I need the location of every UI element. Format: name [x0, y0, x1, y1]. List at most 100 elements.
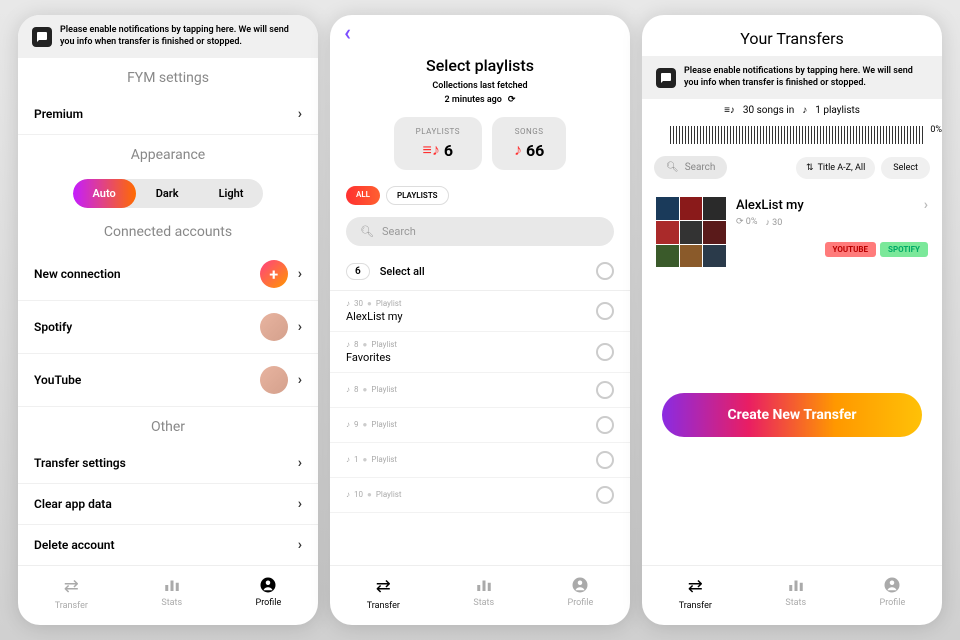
back-button[interactable]: ‹	[330, 15, 630, 52]
playlist-row[interactable]: ♪ 9 ● Playlist	[330, 408, 630, 443]
playlist-icon: ≡♪	[423, 140, 440, 160]
count-badge: 6	[346, 263, 370, 280]
select-all-radio[interactable]	[596, 262, 614, 280]
screen-settings: Please enable notifications by tapping h…	[18, 15, 318, 625]
row-premium[interactable]: Premium ›	[18, 94, 318, 135]
row-transfer-settings[interactable]: Transfer settings ›	[18, 443, 318, 484]
sort-icon: ⇅	[806, 163, 814, 173]
music-icon: ♪	[346, 455, 350, 464]
avatar	[260, 313, 288, 341]
profile-icon	[571, 576, 589, 594]
nav-transfer[interactable]: ⇄ Transfer	[55, 576, 88, 611]
notification-banner[interactable]: Please enable notifications by tapping h…	[18, 15, 318, 58]
screen-transfers: Your Transfers Please enable notificatio…	[642, 15, 942, 625]
music-icon: ♪	[346, 420, 350, 429]
create-transfer-button[interactable]: Create New Transfer	[662, 393, 922, 437]
transfer-icon: ⇄	[376, 576, 391, 597]
progress-bar	[670, 126, 924, 144]
nav-stats[interactable]: Stats	[785, 576, 806, 611]
playlist-icon: ≡♪	[724, 105, 735, 116]
music-icon: ♪	[514, 140, 522, 160]
filter-playlists[interactable]: PLAYLISTS	[386, 186, 449, 205]
controls-row: 🔍︎ Search ⇅ Title A-Z, All Select	[642, 148, 942, 187]
filter-pills: ALL PLAYLISTS	[330, 180, 630, 211]
nav-profile[interactable]: Profile	[256, 576, 282, 611]
nav-profile[interactable]: Profile	[880, 576, 906, 611]
badge-spotify: SPOTIFY	[880, 242, 928, 257]
nav-transfer[interactable]: ⇄ Transfer	[367, 576, 400, 611]
music-icon: ♪	[346, 340, 350, 349]
music-icon: ♪	[346, 490, 350, 499]
search-input[interactable]: 🔍︎ Search	[654, 156, 727, 179]
music-icon: ♪	[802, 105, 807, 116]
progress-pct: 0%	[930, 125, 942, 135]
select-all-row[interactable]: 6 Select all	[330, 252, 630, 291]
bottom-nav: ⇄ Transfer Stats Profile	[18, 565, 318, 625]
playlist-radio[interactable]	[596, 343, 614, 361]
row-delete-account[interactable]: Delete account ›	[18, 525, 318, 565]
row-youtube[interactable]: YouTube ›	[18, 354, 318, 407]
nav-stats[interactable]: Stats	[161, 576, 182, 611]
playlist-radio[interactable]	[596, 451, 614, 469]
profile-icon	[883, 576, 901, 594]
stats-icon	[475, 576, 493, 594]
chevron-right-icon: ›	[298, 266, 302, 282]
playlist-row[interactable]: ♪ 10 ● Playlist	[330, 478, 630, 513]
playlist-radio[interactable]	[596, 381, 614, 399]
select-button[interactable]: Select	[881, 157, 930, 179]
music-icon: ♪	[346, 299, 350, 308]
page-title: Your Transfers	[642, 15, 942, 56]
playlist-row[interactable]: ♪ 8 ● Playlist	[330, 373, 630, 408]
transfer-icon: ⇄	[64, 576, 79, 597]
chevron-right-icon: ›	[298, 319, 302, 335]
pill-light[interactable]: Light	[199, 179, 264, 208]
filter-all[interactable]: ALL	[346, 186, 380, 205]
page-title: Select playlists	[330, 52, 630, 79]
row-spotify[interactable]: Spotify ›	[18, 301, 318, 354]
search-input[interactable]: 🔍︎ Search	[346, 217, 614, 246]
stat-boxes: PLAYLISTS ≡♪6 SONGS ♪66	[330, 107, 630, 180]
chevron-right-icon: ›	[298, 537, 302, 553]
row-clear-data[interactable]: Clear app data ›	[18, 484, 318, 525]
playlist-radio[interactable]	[596, 302, 614, 320]
playlist-row[interactable]: ♪ 30 ● PlaylistAlexList my	[330, 291, 630, 332]
stat-playlists: PLAYLISTS ≡♪6	[394, 117, 482, 170]
nav-profile[interactable]: Profile	[568, 576, 594, 611]
sort-button[interactable]: ⇅ Title A-Z, All	[796, 157, 875, 179]
card-title: AlexList my	[736, 198, 804, 213]
summary-line: ≡♪ 30 songs in ♪ 1 playlists	[642, 99, 942, 122]
stat-songs: SONGS ♪66	[492, 117, 566, 170]
search-icon: 🔍︎	[666, 162, 679, 173]
section-accounts: Connected accounts	[18, 212, 318, 248]
chevron-right-icon: ›	[298, 106, 302, 122]
badge-youtube: YOUTUBE	[825, 242, 876, 257]
avatar	[260, 366, 288, 394]
playlist-radio[interactable]	[596, 486, 614, 504]
chevron-right-icon: ›	[298, 372, 302, 388]
profile-icon	[259, 576, 277, 594]
chevron-right-icon: ›	[298, 496, 302, 512]
banner-text: Please enable notifications by tapping h…	[684, 66, 928, 89]
pill-dark[interactable]: Dark	[136, 179, 199, 208]
pill-auto[interactable]: Auto	[73, 179, 136, 208]
bottom-nav: ⇄ Transfer Stats Profile	[642, 565, 942, 625]
row-new-connection[interactable]: New connection + ›	[18, 248, 318, 301]
banner-text: Please enable notifications by tapping h…	[60, 25, 304, 48]
chevron-right-icon: ›	[924, 197, 928, 213]
notification-banner[interactable]: Please enable notifications by tapping h…	[642, 56, 942, 99]
playlist-radio[interactable]	[596, 416, 614, 434]
stats-icon	[163, 576, 181, 594]
nav-transfer[interactable]: ⇄ Transfer	[679, 576, 712, 611]
appearance-toggle: Auto Dark Light	[18, 171, 318, 212]
playlist-row[interactable]: ♪ 1 ● Playlist	[330, 443, 630, 478]
transfer-card[interactable]: AlexList my › ⟳ 0% ♪ 30 YOUTUBE SPOTIFY	[642, 187, 942, 277]
fetched-label: Collections last fetched	[330, 79, 630, 93]
bottom-nav: ⇄ Transfer Stats Profile	[330, 565, 630, 625]
bell-icon	[32, 27, 52, 47]
nav-stats[interactable]: Stats	[473, 576, 494, 611]
card-meta: ⟳ 0% ♪ 30	[736, 217, 928, 228]
section-other: Other	[18, 407, 318, 443]
refresh-icon[interactable]: ⟳	[508, 95, 516, 105]
screen-select-playlists: ‹ Select playlists Collections last fetc…	[330, 15, 630, 625]
playlist-row[interactable]: ♪ 8 ● PlaylistFavorites	[330, 332, 630, 373]
